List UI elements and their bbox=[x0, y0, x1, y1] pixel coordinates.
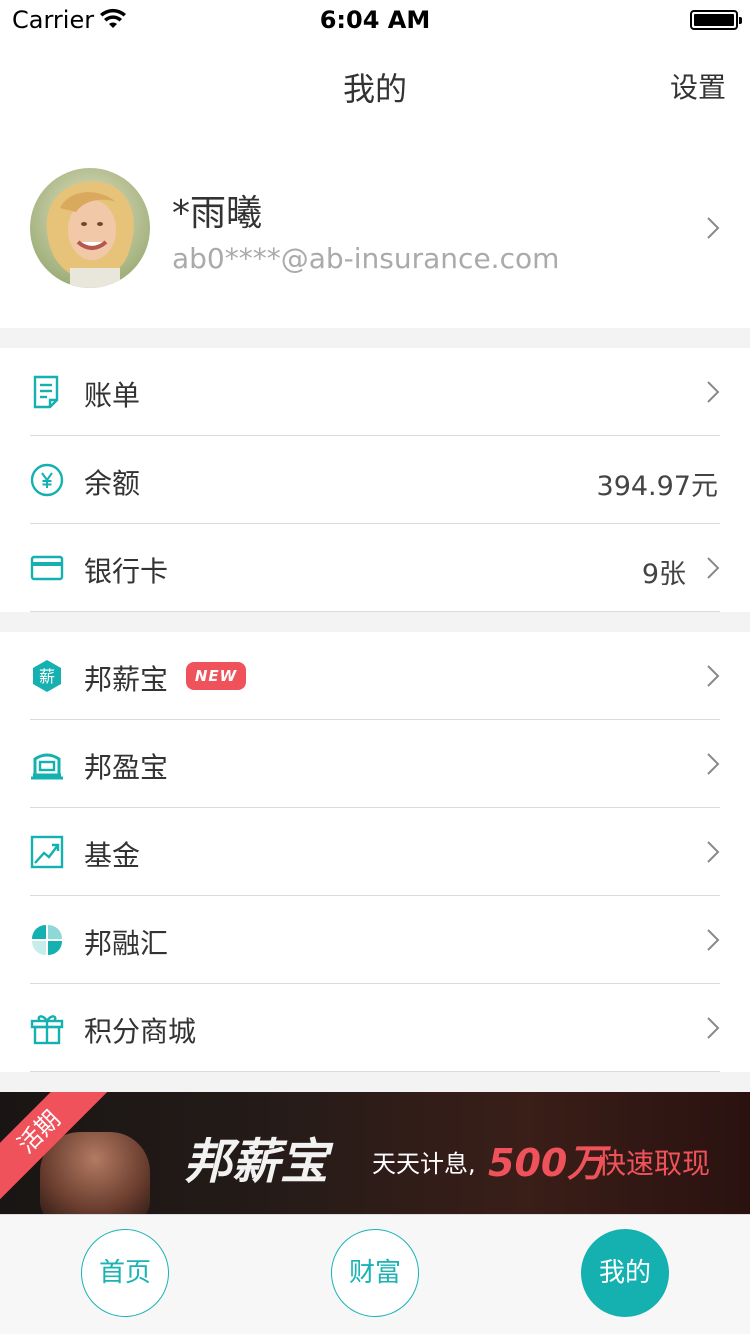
product-label: 基金 bbox=[84, 839, 141, 872]
card-icon bbox=[30, 555, 64, 581]
balance-value: 394.97元 bbox=[596, 471, 718, 502]
product-row[interactable]: 邦盈宝 bbox=[0, 720, 750, 808]
bank-card-count: 9张 bbox=[641, 559, 686, 590]
leaf-icon bbox=[32, 925, 62, 955]
profile-name: *雨曦 bbox=[172, 193, 263, 234]
clock: 6:04 AM bbox=[319, 6, 431, 34]
chevron-right-icon bbox=[707, 381, 720, 403]
product-row[interactable]: 积分商城 bbox=[0, 984, 750, 1072]
chart-trend-icon bbox=[30, 835, 64, 869]
bill-icon bbox=[33, 375, 59, 409]
chevron-right-icon bbox=[707, 753, 720, 775]
fist-image bbox=[40, 1132, 150, 1214]
bill-label: 账单 bbox=[84, 379, 141, 412]
bank-card-row[interactable]: 银行卡 9张 bbox=[0, 524, 750, 612]
tab-bar: 首页 财富 我的 bbox=[0, 1214, 750, 1334]
chevron-right-icon bbox=[707, 929, 720, 951]
profile-card[interactable]: *雨曦 ab0****@ab-insurance.com bbox=[0, 128, 750, 328]
product-label: 邦盈宝 bbox=[84, 751, 169, 784]
new-badge: NEW bbox=[186, 662, 246, 690]
divider bbox=[30, 611, 720, 612]
chevron-right-icon bbox=[707, 665, 720, 687]
bank-card-label: 银行卡 bbox=[84, 555, 169, 588]
salary-icon: 薪 bbox=[33, 660, 61, 692]
nav-bar: 我的 设置 bbox=[0, 40, 750, 128]
chevron-right-icon bbox=[707, 841, 720, 863]
tab-mine[interactable]: 我的 bbox=[581, 1229, 669, 1317]
bill-row[interactable]: 账单 bbox=[0, 348, 750, 436]
avatar bbox=[30, 168, 150, 288]
product-label: 邦薪宝 bbox=[84, 663, 169, 696]
banner-amount: 500万 bbox=[488, 1141, 606, 1185]
chevron-right-icon bbox=[707, 217, 720, 239]
svg-text:薪: 薪 bbox=[39, 667, 55, 686]
balance-row[interactable]: 余额 394.97元 bbox=[0, 436, 750, 524]
battery-icon bbox=[690, 10, 742, 30]
status-bar: Carrier 6:04 AM bbox=[0, 0, 750, 40]
banner-tagline: 快速取现 bbox=[598, 1147, 711, 1180]
banner-subtitle: 天天计息, bbox=[372, 1150, 476, 1178]
product-row[interactable]: 邦融汇 bbox=[0, 896, 750, 984]
page-title: 我的 bbox=[342, 70, 407, 108]
product-label: 积分商城 bbox=[84, 1015, 197, 1048]
product-row[interactable]: 基金 bbox=[0, 808, 750, 896]
product-label: 邦融汇 bbox=[84, 927, 169, 960]
vault-icon bbox=[31, 753, 63, 780]
account-group: 账单 余额 394.97元 银行卡 9张 bbox=[0, 348, 750, 612]
tab-home[interactable]: 首页 bbox=[81, 1229, 169, 1317]
gift-icon bbox=[30, 1015, 64, 1045]
chevron-right-icon bbox=[707, 557, 720, 579]
balance-label: 余额 bbox=[84, 467, 141, 500]
yen-icon bbox=[30, 463, 64, 497]
profile-email: ab0****@ab-insurance.com bbox=[172, 242, 560, 275]
promo-banner[interactable]: 活期 邦薪宝 天天计息, 500万 快速取现 bbox=[0, 1092, 750, 1214]
product-row[interactable]: 薪 邦薪宝 NEW bbox=[0, 632, 750, 720]
settings-button[interactable]: 设置 bbox=[670, 66, 726, 106]
divider bbox=[30, 1071, 720, 1072]
tab-wealth[interactable]: 财富 bbox=[331, 1229, 419, 1317]
products-group: 薪 邦薪宝 NEW 邦盈宝 基金 邦融汇 积分商城 bbox=[0, 632, 750, 1072]
chevron-right-icon bbox=[707, 1017, 720, 1039]
banner-title: 邦薪宝 bbox=[184, 1134, 329, 1190]
